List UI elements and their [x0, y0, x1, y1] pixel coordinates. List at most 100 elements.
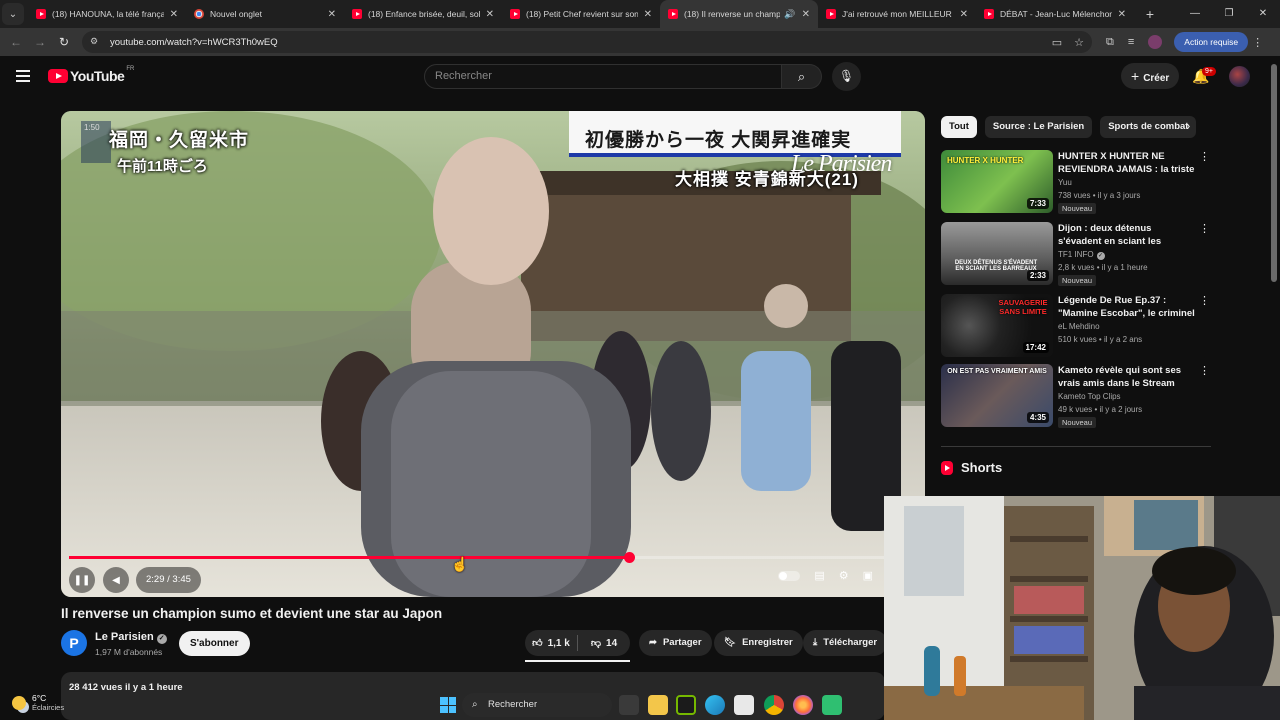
close-icon[interactable]: ✕ — [802, 9, 810, 20]
volume-button[interactable]: ◀ — [103, 567, 129, 593]
channel-name-row[interactable]: Le Parisien ✓ — [95, 631, 167, 644]
recommended-video[interactable]: ON EST PAS VRAIMENT AMIS 4:35 Kameto rév… — [941, 364, 1211, 428]
share-button[interactable]: ➦ Partager — [639, 630, 712, 656]
back-arrow-icon[interactable]: ← — [4, 35, 28, 49]
channel-name[interactable]: Le Parisien — [95, 631, 154, 643]
taskbar-search[interactable]: ⌕ Rechercher — [462, 693, 612, 717]
store-icon[interactable] — [734, 695, 754, 715]
miniplayer-icon[interactable]: ▣ — [863, 569, 873, 582]
app-icon[interactable] — [822, 695, 842, 715]
subscribe-button[interactable]: S'abonner — [179, 631, 250, 656]
chip-all[interactable]: Tout — [941, 116, 977, 138]
close-icon[interactable]: ✕ — [644, 9, 652, 20]
youtube-logo[interactable]: YouTube FR — [48, 66, 134, 84]
video-thumbnail[interactable]: SAUVAGERIE SANS LIMITE 17:42 — [941, 294, 1053, 357]
rec-title[interactable]: Légende De Rue Ep.37 : "Mamine Escobar",… — [1058, 294, 1196, 320]
rec-meta: 738 vues • il y a 3 jours — [1058, 191, 1141, 200]
save-button[interactable]: 🔖︎ Enregistrer — [714, 630, 803, 656]
forward-arrow-icon[interactable]: → — [28, 35, 52, 49]
mouse-cursor-icon: ☝ — [451, 556, 469, 572]
close-icon[interactable]: ✕ — [960, 9, 968, 20]
edge-icon[interactable] — [705, 695, 725, 715]
more-options-icon[interactable]: ⋮ — [1199, 150, 1210, 163]
rec-title[interactable]: HUNTER X HUNTER NE REVIENDRA JAMAIS : la… — [1058, 150, 1196, 176]
rec-title[interactable]: Kameto révèle qui sont ses vrais amis da… — [1058, 364, 1196, 390]
rec-title[interactable]: Dijon : deux détenus s'évadent en sciant… — [1058, 222, 1196, 248]
video-player[interactable]: 1:50 福岡・久留米市 午前11時ごろ 初優勝から一夜 大関昇進確実 大相撲 … — [61, 111, 925, 597]
more-options-icon[interactable]: ⋮ — [1199, 364, 1210, 377]
menu-hamburger-icon[interactable] — [16, 70, 30, 82]
more-options-icon[interactable]: ⋮ — [1199, 222, 1210, 235]
rec-channel[interactable]: Kameto Top Clips — [1058, 392, 1121, 401]
file-explorer-icon[interactable] — [648, 695, 668, 715]
rec-meta: 2,8 k vues • il y a 1 heure — [1058, 263, 1148, 272]
chip-combat-sports[interactable]: Sports de combat — [1100, 116, 1197, 138]
action-required-button[interactable]: Action requise — [1174, 32, 1249, 52]
chevron-right-icon[interactable]: › — [1186, 118, 1190, 133]
address-bar[interactable]: ⚙ youtube.com/watch?v=hWCR3Th0wEQ ▭ ☆ — [82, 31, 1092, 53]
close-icon[interactable]: ✕ — [170, 9, 178, 20]
firefox-icon[interactable] — [793, 695, 813, 715]
media-controls-icon[interactable]: ≡ — [1128, 36, 1134, 48]
like-button[interactable]: 👍︎ 1,1 k — [525, 637, 577, 650]
thumbs-up-icon: 👍︎ — [532, 638, 543, 649]
close-icon[interactable]: ✕ — [1118, 9, 1126, 20]
restore-icon[interactable]: ❐ — [1212, 0, 1246, 28]
cast-icon[interactable]: ▭ — [1052, 36, 1062, 49]
chrome-icon[interactable] — [764, 695, 784, 715]
youtube-icon — [984, 9, 994, 19]
video-thumbnail[interactable]: HUNTER X HUNTER 7:33 — [941, 150, 1053, 213]
search-button[interactable]: ⌕ — [782, 64, 822, 89]
recommended-video[interactable]: HUNTER X HUNTER 7:33 HUNTER X HUNTER NE … — [941, 150, 1211, 214]
channel-avatar[interactable]: P — [61, 630, 87, 656]
browser-tab[interactable]: Nouvel onglet ✕ — [186, 0, 344, 28]
minimize-icon[interactable]: — — [1178, 0, 1212, 28]
browser-tab[interactable]: DÉBAT - Jean-Luc Mélenchon fa... ✕ — [976, 0, 1134, 28]
bookmark-star-icon[interactable]: ☆ — [1074, 36, 1084, 49]
rec-channel-row[interactable]: TF1 INFO ✓ — [1058, 250, 1105, 260]
autoplay-toggle[interactable] — [778, 570, 801, 581]
subtitles-icon[interactable]: ▤ — [814, 569, 824, 582]
browser-tab[interactable]: (18) HANOUNA, la télé françai... ✕ — [28, 0, 186, 28]
rec-channel[interactable]: Yuu — [1058, 178, 1072, 187]
browser-tab[interactable]: J'ai retrouvé mon MEILLEUR PH... ✕ — [818, 0, 976, 28]
reload-icon[interactable]: ↻ — [52, 35, 76, 49]
settings-gear-icon[interactable]: ⚙ — [839, 569, 849, 582]
profile-avatar[interactable] — [1148, 35, 1163, 49]
rec-channel[interactable]: eL Mehdino — [1058, 322, 1100, 331]
close-icon[interactable]: ✕ — [486, 9, 494, 20]
create-button[interactable]: + Créer — [1121, 63, 1180, 89]
close-icon[interactable]: ✕ — [328, 9, 336, 20]
account-avatar[interactable] — [1229, 66, 1250, 87]
page-scrollbar[interactable] — [1271, 64, 1277, 282]
recommended-video[interactable]: SAUVAGERIE SANS LIMITE 17:42 Légende De … — [941, 294, 1211, 358]
rec-channel[interactable]: TF1 INFO — [1058, 250, 1094, 259]
pause-button[interactable]: ❚❚ — [69, 567, 95, 593]
video-thumbnail[interactable]: ON EST PAS VRAIMENT AMIS 4:35 — [941, 364, 1053, 427]
thumbnail-text: SAUVAGERIE SANS LIMITE — [998, 298, 1048, 316]
browser-tab-active[interactable]: (18) Il renverse un champion🔊 ✕ — [660, 0, 818, 28]
search-input[interactable]: Rechercher — [424, 64, 782, 89]
voice-search-button[interactable]: 🎙 — [832, 62, 861, 91]
progress-scrubber[interactable] — [623, 552, 635, 563]
logo-text: YouTube — [70, 68, 125, 84]
tab-search-chevron-icon[interactable]: ⌄ — [2, 3, 24, 25]
browser-menu-icon[interactable]: ⋮ — [1252, 36, 1263, 49]
browser-tab[interactable]: (18) Enfance brisée, deuil, solit... ✕ — [344, 0, 502, 28]
recommended-video[interactable]: DEUX DÉTENUS S'ÉVADENT EN SCIANT LES BAR… — [941, 222, 1211, 286]
extensions-puzzle-icon[interactable]: ⧉ — [1106, 36, 1114, 49]
video-thumbnail[interactable]: DEUX DÉTENUS S'ÉVADENT EN SCIANT LES BAR… — [941, 222, 1053, 285]
windows-start-icon[interactable] — [440, 697, 456, 713]
task-view-icon[interactable] — [619, 695, 639, 715]
dislike-button[interactable]: 👎︎ 14 — [578, 637, 630, 650]
site-info-icon[interactable]: ⚙ — [90, 36, 102, 48]
nvidia-icon[interactable] — [676, 695, 696, 715]
speaker-icon[interactable]: 🔊 — [784, 9, 795, 20]
more-options-icon[interactable]: ⋮ — [1199, 294, 1210, 307]
chip-source[interactable]: Source : Le Parisien — [984, 116, 1093, 138]
window-close-icon[interactable]: ✕ — [1246, 0, 1280, 28]
new-tab-plus-icon[interactable]: + — [1138, 6, 1162, 22]
weather-widget[interactable]: 6°C Éclaircies — [12, 693, 64, 712]
download-button[interactable]: ⤓ Télécharger — [803, 630, 888, 656]
browser-tab[interactable]: (18) Petit Chef revient sur son c... ✕ — [502, 0, 660, 28]
